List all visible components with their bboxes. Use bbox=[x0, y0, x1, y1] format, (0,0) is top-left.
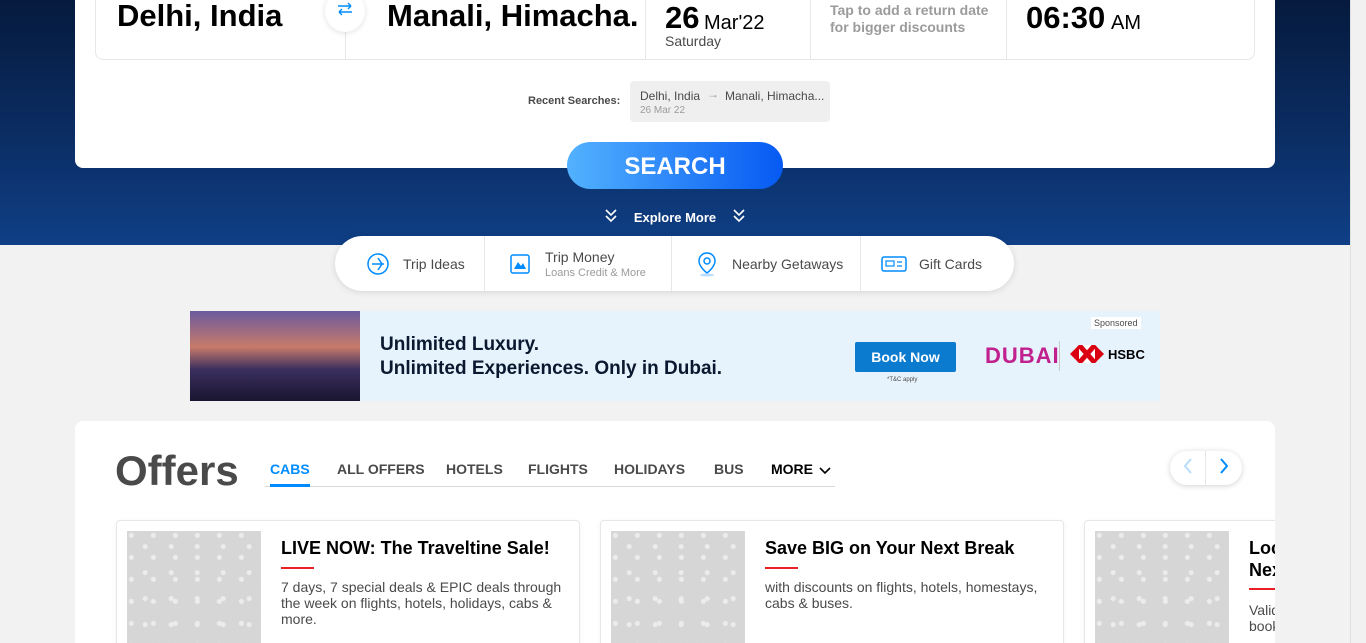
date-day-number: 26 bbox=[665, 0, 700, 35]
offers-tabs: CABS ALL OFFERS HOTELS FLIGHTS HOLIDAYS … bbox=[265, 461, 835, 487]
tab-cabs[interactable]: CABS bbox=[270, 461, 310, 487]
offer-card-description: with discounts on flights, hotels, homes… bbox=[765, 579, 1038, 611]
tab-more[interactable]: MORE bbox=[771, 461, 831, 487]
offer-card-title: Save BIG on Your Next Break bbox=[765, 538, 1015, 558]
offer-card-description: 7 days, 7 special deals & EPIC deals thr… bbox=[281, 579, 562, 627]
to-city: Manali, Himacha. bbox=[387, 0, 639, 33]
page-scrollbar[interactable] bbox=[1350, 0, 1366, 643]
arrow-right-icon: → bbox=[707, 87, 719, 101]
carousel-next-button[interactable] bbox=[1206, 451, 1242, 485]
quick-link-label: Gift Cards bbox=[919, 255, 983, 272]
tab-hotels[interactable]: HOTELS bbox=[446, 461, 503, 487]
offer-card-description: Valid book bbox=[1249, 602, 1275, 634]
hsbc-label: HSBC bbox=[1108, 346, 1145, 362]
sponsored-badge: Sponsored bbox=[1091, 317, 1141, 329]
ad-divider bbox=[1059, 341, 1060, 371]
quick-link-label: Trip Ideas bbox=[403, 255, 465, 272]
offer-card[interactable]: Save BIG on Your Next Break with discoun… bbox=[600, 520, 1064, 643]
offer-card-title: Lock Next bbox=[1249, 538, 1275, 580]
offer-card-image bbox=[127, 531, 261, 643]
offer-card-divider bbox=[765, 567, 798, 569]
explore-more-label: Explore More bbox=[633, 209, 717, 225]
chevron-down-icon bbox=[819, 463, 831, 479]
carousel-arrows bbox=[1170, 451, 1242, 485]
pickup-time-field[interactable]: 06:30 AM bbox=[1007, 0, 1256, 60]
time-ampm: AM bbox=[1111, 12, 1141, 34]
offer-card-image bbox=[1095, 531, 1229, 643]
recent-from: Delhi, India bbox=[640, 89, 701, 103]
tab-flights[interactable]: FLIGHTS bbox=[528, 461, 588, 487]
ad-headline-1: Unlimited Luxury. bbox=[380, 334, 540, 355]
tab-bus[interactable]: BUS bbox=[714, 461, 744, 487]
return-prompt: Tap to add a return date for bigger disc… bbox=[830, 2, 989, 35]
trip-money-icon bbox=[507, 251, 533, 277]
dubai-logo: DUBAI bbox=[985, 343, 1060, 368]
to-field[interactable]: Manali, Himacha. bbox=[346, 0, 646, 60]
chevron-left-icon bbox=[1183, 457, 1193, 479]
from-city: Delhi, India bbox=[117, 0, 283, 33]
ad-banner[interactable]: Unlimited Luxury. Unlimited Experiences.… bbox=[190, 311, 1160, 401]
ad-book-now-button[interactable]: Book Now bbox=[855, 342, 956, 372]
offer-card-image bbox=[611, 531, 745, 643]
quick-link-trip-money[interactable]: Trip Money Loans Credit & More bbox=[485, 236, 672, 291]
location-pin-icon bbox=[694, 251, 720, 277]
offer-card-divider bbox=[281, 567, 314, 569]
from-field[interactable]: Delhi, India bbox=[96, 0, 346, 60]
date-month: Mar'22 bbox=[704, 12, 765, 34]
tab-holidays[interactable]: HOLIDAYS bbox=[614, 461, 685, 487]
double-chevron-down-icon bbox=[605, 208, 617, 226]
ad-terms: *T&C apply bbox=[887, 377, 918, 383]
tab-all-offers[interactable]: ALL OFFERS bbox=[337, 461, 425, 487]
pickup-date-field[interactable]: 26 Mar'22 Saturday bbox=[646, 0, 811, 60]
search-fields: Delhi, India Manali, Himacha. 26 Mar'22 … bbox=[95, 0, 1255, 60]
recent-date: 26 Mar 22 bbox=[640, 105, 686, 116]
recent-searches-label: Recent Searches: bbox=[528, 95, 621, 107]
date-weekday: Saturday bbox=[665, 33, 722, 49]
hsbc-logo: HSBC bbox=[1070, 345, 1145, 363]
offer-card-divider bbox=[1249, 588, 1275, 590]
return-date-field[interactable]: Tap to add a return date for bigger disc… bbox=[811, 0, 1007, 60]
chevron-right-icon bbox=[1219, 457, 1229, 479]
offer-card[interactable]: Lock Next Valid book bbox=[1084, 520, 1275, 643]
quick-link-trip-ideas[interactable]: Trip Ideas bbox=[335, 236, 485, 291]
quick-link-sublabel: Loans Credit & More bbox=[545, 266, 646, 279]
quick-links-bar: Trip Ideas Trip Money Loans Credit & Mor… bbox=[335, 236, 1014, 291]
search-button[interactable]: SEARCH bbox=[567, 142, 783, 189]
offers-section: Offers CABS ALL OFFERS HOTELS FLIGHTS HO… bbox=[75, 421, 1275, 643]
ad-image bbox=[190, 311, 360, 401]
offers-title: Offers bbox=[115, 447, 239, 494]
double-chevron-down-icon bbox=[733, 208, 745, 226]
offer-card-title: LIVE NOW: The Traveltine Sale! bbox=[281, 538, 550, 558]
ad-headline-2: Unlimited Experiences. Only in Dubai. bbox=[380, 358, 723, 379]
quick-link-label: Nearby Getaways bbox=[732, 255, 844, 272]
explore-more-link[interactable]: Explore More bbox=[605, 207, 745, 227]
quick-link-gift-cards[interactable]: Gift Cards bbox=[861, 236, 1014, 291]
gift-card-icon bbox=[881, 251, 907, 277]
recent-to: Manali, Himacha... bbox=[725, 89, 825, 103]
trip-ideas-icon bbox=[365, 251, 391, 277]
quick-link-nearby-getaways[interactable]: Nearby Getaways bbox=[672, 236, 861, 291]
offer-card[interactable]: LIVE NOW: The Traveltine Sale! 7 days, 7… bbox=[116, 520, 580, 643]
swap-icon bbox=[336, 2, 354, 21]
recent-search-chip[interactable]: Delhi, India → Manali, Himacha... 26 Mar… bbox=[630, 81, 830, 122]
tab-more-label: MORE bbox=[771, 461, 813, 477]
carousel-prev-button[interactable] bbox=[1170, 451, 1206, 485]
quick-link-label: Trip Money bbox=[545, 248, 615, 265]
time-value: 06:30 bbox=[1026, 0, 1106, 35]
